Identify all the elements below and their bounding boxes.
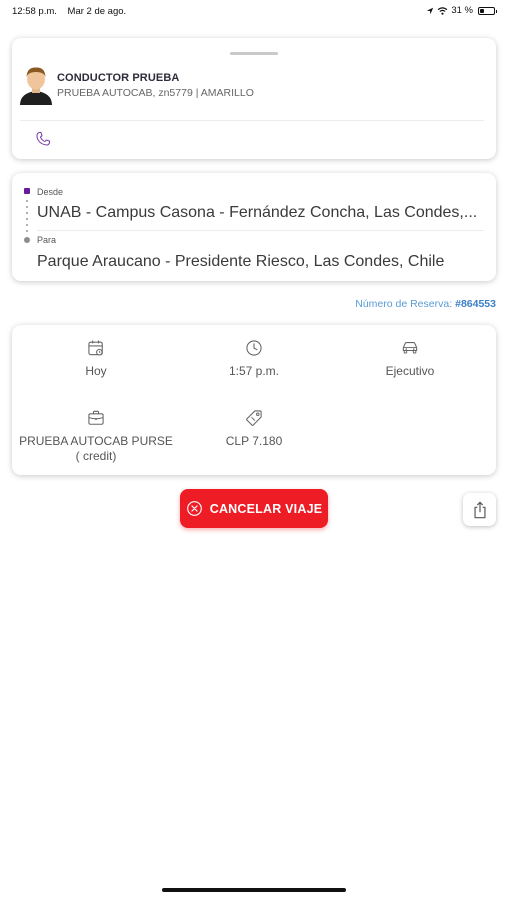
wifi-icon [438,6,448,15]
route-card: Desde UNAB - Campus Casona - Fernández C… [12,173,496,281]
status-bar: 12:58 p.m. Mar 2 de ago. 31 % [0,0,507,22]
car-icon [402,342,418,354]
clock-icon [246,340,262,356]
cancel-trip-button[interactable]: CANCELAR VIAJE [180,489,328,528]
reservation-value: #864553 [455,298,496,310]
vehicle-type: Ejecutivo [330,338,490,379]
status-left: 12:58 p.m. Mar 2 de ago. [12,6,134,17]
trip-time-value: 1:57 p.m. [228,364,280,378]
origin-marker-icon [24,188,30,194]
location-icon [427,7,434,14]
trip-date: Hoy [16,338,176,379]
driver-name: CONDUCTOR PRUEBA [57,72,180,84]
drag-handle[interactable] [230,52,278,55]
driver-vehicle-info: PRUEBA AUTOCAB, zn5779 | AMARILLO [57,87,254,99]
battery-icon [478,6,497,15]
battery-percent: 31 % [451,5,473,16]
to-label: Para [37,235,57,245]
status-right: 31 % [426,5,497,16]
price-tag-icon [246,410,262,426]
cancel-trip-label: CANCELAR VIAJE [209,501,323,516]
battery-fill [480,8,485,13]
trip-time: 1:57 p.m. [174,338,334,379]
vehicle-type-value: Ejecutivo [385,364,435,378]
reservation-number: Número de Reserva: #864553 [355,298,496,310]
driver-card: CONDUCTOR PRUEBA PRUEBA AUTOCAB, zn5779 … [12,38,496,159]
destination-marker-icon [24,237,30,243]
home-indicator[interactable] [162,888,346,892]
trip-price: CLP 7.180 [174,408,334,449]
share-icon [473,501,486,518]
divider [37,230,484,231]
share-button[interactable] [463,493,496,526]
status-date: Mar 2 de ago. [67,6,127,17]
divider [20,120,484,121]
route-connector [26,198,28,234]
from-label: Desde [37,187,64,197]
payment-method-name: PRUEBA AUTOCAB PURSE [19,434,173,448]
call-driver-button[interactable] [34,130,52,148]
payment-method-type: ( credit) [75,449,117,463]
from-address: UNAB - Campus Casona - Fernández Concha,… [37,204,478,221]
trip-details-card: Hoy 1:57 p.m. Ejecutivo PRUEBA AUTOCAB P… [12,325,496,475]
phone-icon [36,131,51,146]
cancel-circle-icon [186,501,202,516]
reservation-label: Número de Reserva: [355,298,453,310]
status-time: 12:58 p.m. [12,6,57,17]
calendar-icon [88,340,103,356]
to-address: Parque Araucano - Presidente Riesco, Las… [37,253,445,270]
briefcase-icon [88,410,104,425]
driver-avatar [20,67,52,105]
trip-date-value: Hoy [85,364,107,378]
payment-method: PRUEBA AUTOCAB PURSE ( credit) [16,408,176,464]
trip-price-value: CLP 7.180 [225,434,283,448]
